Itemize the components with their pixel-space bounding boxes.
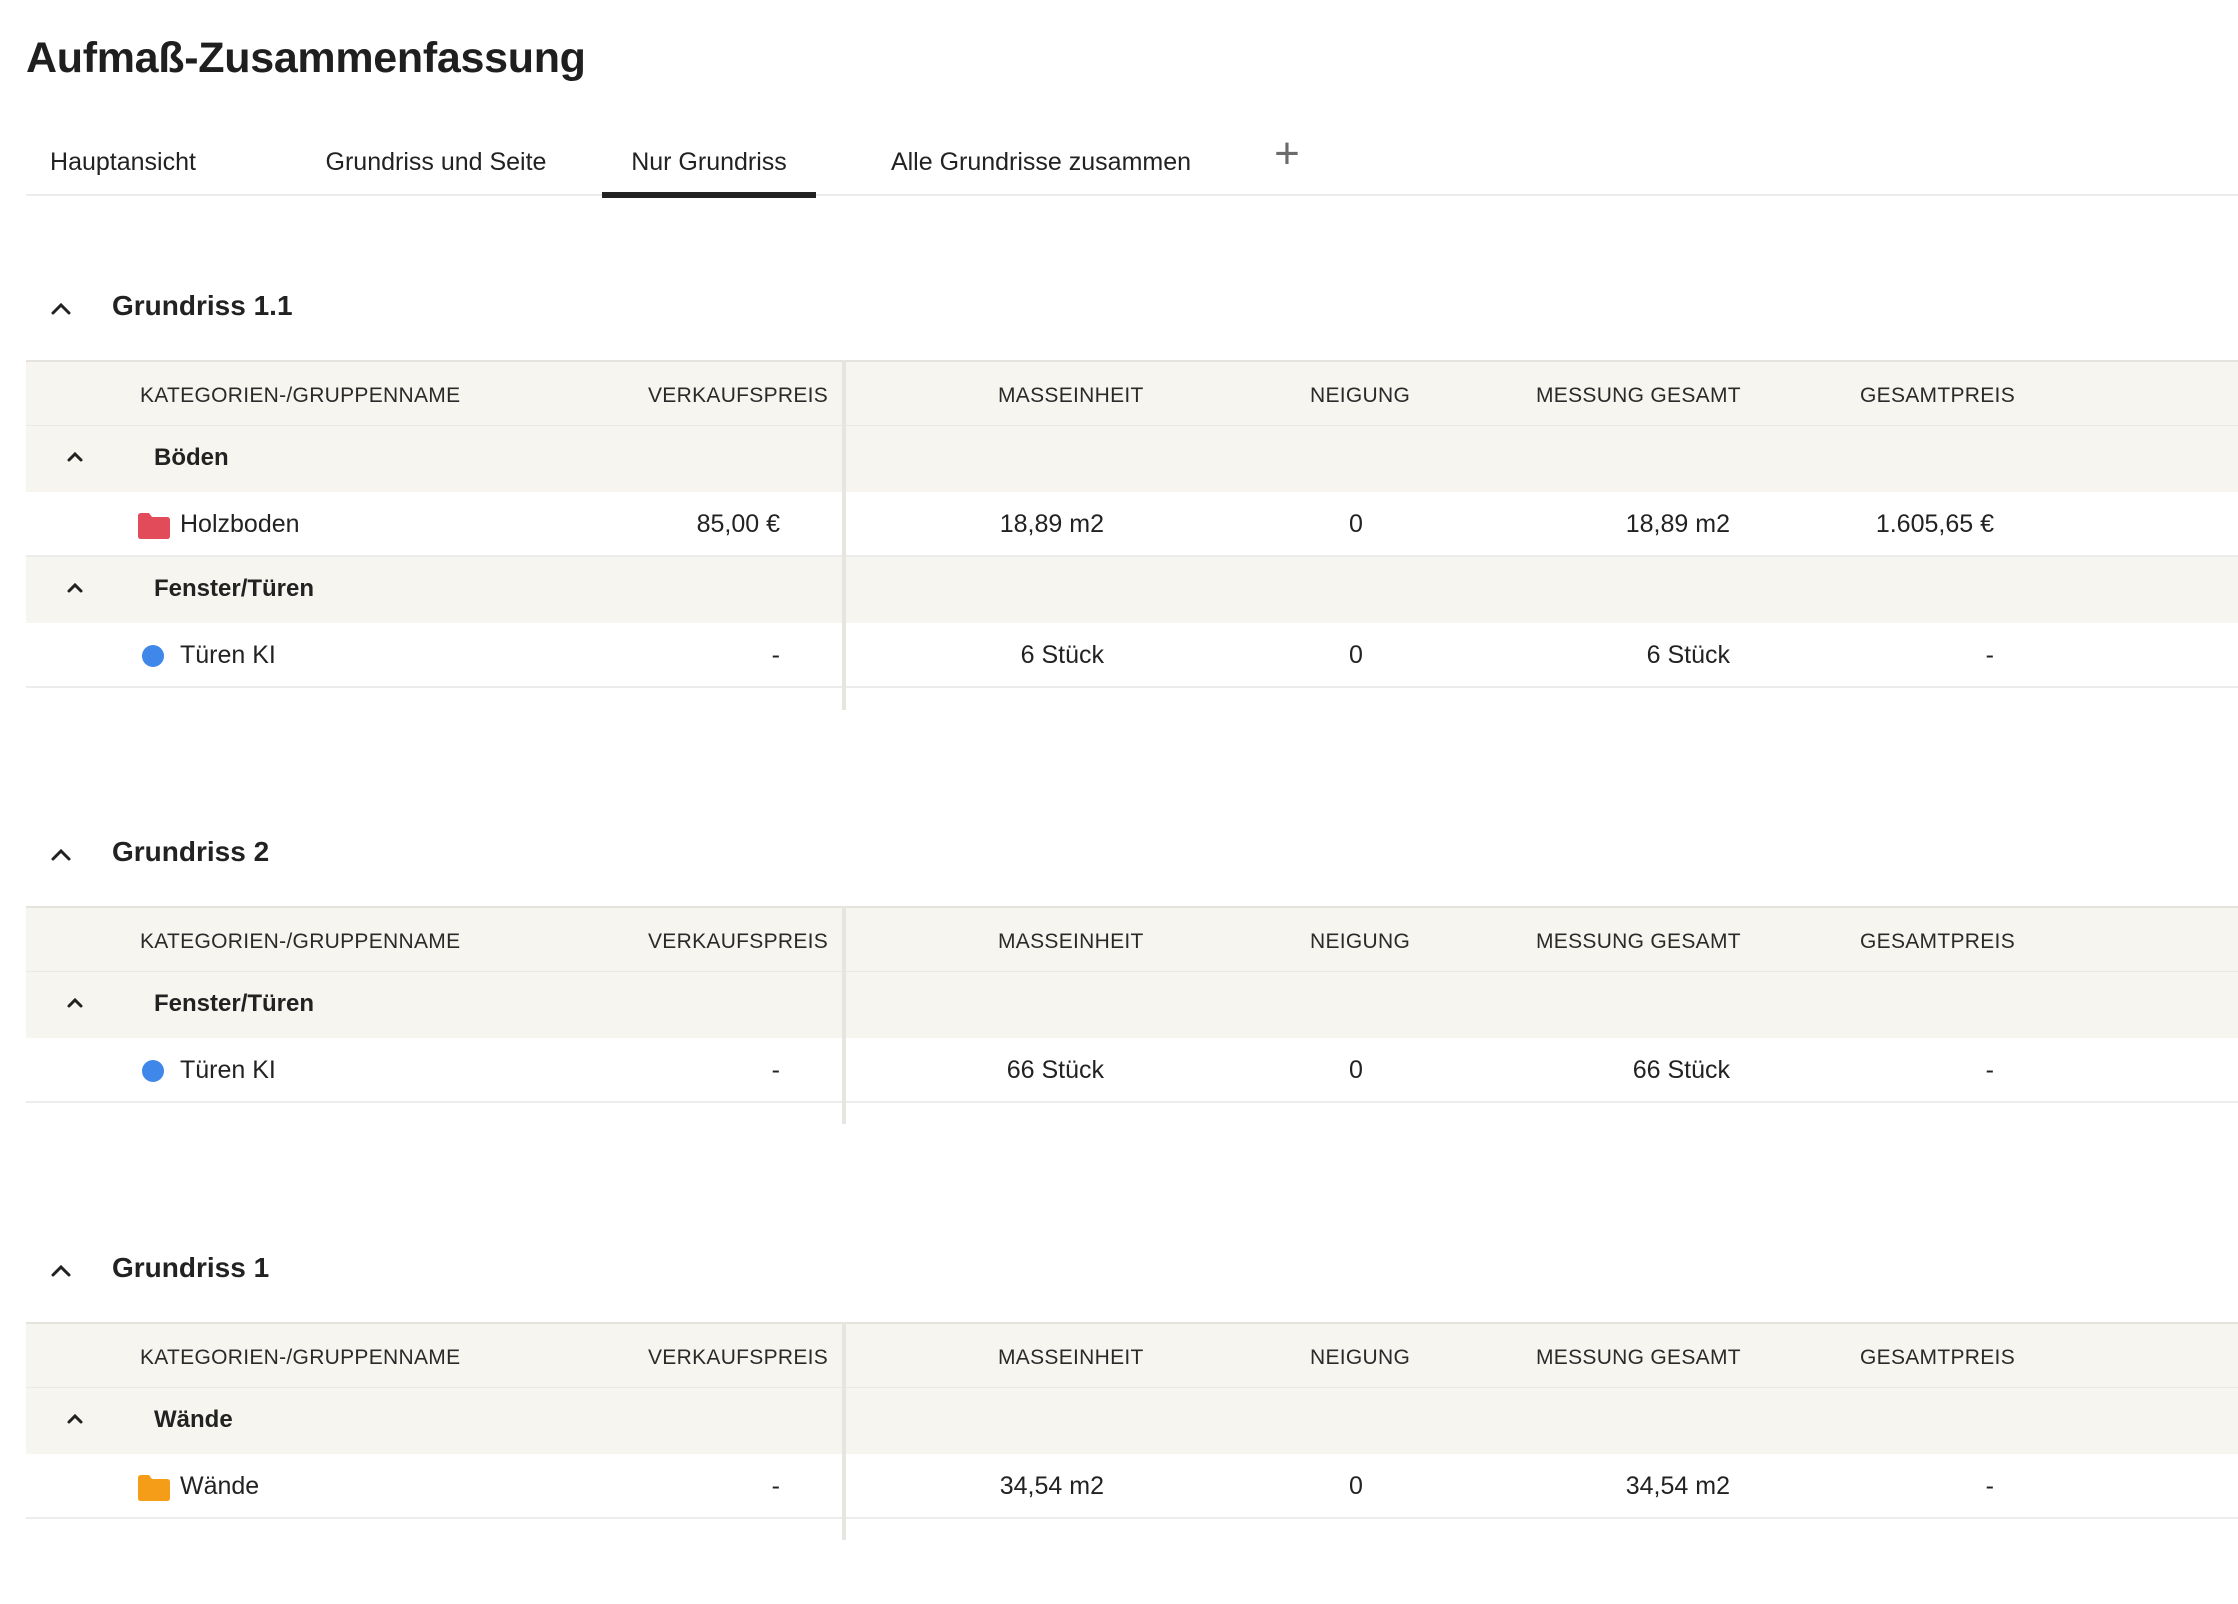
item-slope: 0 bbox=[1349, 510, 1363, 538]
plus-icon[interactable]: + bbox=[1266, 132, 1308, 176]
col-price: VERKAUFSPREIS bbox=[648, 930, 829, 953]
item-total-price: 1.605,65 € bbox=[1875, 510, 1994, 538]
item-price: - bbox=[771, 641, 780, 669]
chevron-up-icon[interactable] bbox=[66, 994, 84, 1012]
page: Aufmaß-Zusammenfassung Hauptansicht Grun… bbox=[0, 0, 2238, 1604]
section-header: Grundriss 2 bbox=[26, 806, 2238, 906]
item-unit: 18,89 m2 bbox=[999, 510, 1104, 538]
item-unit: 66 Stück bbox=[1006, 1056, 1104, 1084]
col-slope: NEIGUNG bbox=[1310, 1346, 1411, 1369]
col-unit: MASSEINHEIT bbox=[998, 1346, 1144, 1369]
page-title: Aufmaß-Zusammenfassung bbox=[26, 34, 586, 82]
table-row[interactable]: Türen KI - 66 Stück 0 66 Stück - bbox=[26, 1038, 2238, 1103]
group-name: Wände bbox=[154, 1406, 233, 1433]
group-name: Fenster/Türen bbox=[154, 990, 315, 1017]
item-total-price: - bbox=[1985, 1472, 1994, 1500]
item-name: Türen KI bbox=[180, 641, 276, 669]
group-name: Böden bbox=[154, 444, 229, 471]
table-row[interactable]: Holzboden 85,00 € 18,89 m2 0 18,89 m2 1.… bbox=[26, 492, 2238, 557]
tab-bar: Hauptansicht Grundriss und Seite Nur Gru… bbox=[26, 128, 2238, 198]
col-total-price: GESAMTPREIS bbox=[1860, 384, 2015, 407]
item-total-measure: 6 Stück bbox=[1646, 641, 1730, 669]
item-slope: 0 bbox=[1349, 641, 1363, 669]
item-total-measure: 34,54 m2 bbox=[1625, 1472, 1730, 1500]
item-unit: 34,54 m2 bbox=[999, 1472, 1104, 1500]
group-row[interactable]: Fenster/Türen bbox=[26, 557, 2238, 623]
summary-table: KATEGORIEN-/GRUPPENNAME VERKAUFSPREIS MA… bbox=[26, 360, 2238, 710]
section-title: Grundriss 2 bbox=[112, 836, 270, 867]
section-grundriss-1: Grundriss 1 KATEGORIEN-/GRUPPENNAME VERK… bbox=[26, 1222, 2238, 1540]
col-total-price: GESAMTPREIS bbox=[1860, 1346, 2015, 1369]
section-header: Grundriss 1 bbox=[26, 1222, 2238, 1322]
col-price: VERKAUFSPREIS bbox=[648, 384, 829, 407]
summary-table: KATEGORIEN-/GRUPPENNAME VERKAUFSPREIS MA… bbox=[26, 906, 2238, 1124]
section-header: Grundriss 1.1 bbox=[26, 260, 2238, 360]
group-row[interactable]: Fenster/Türen bbox=[26, 972, 2238, 1038]
table-header: KATEGORIEN-/GRUPPENNAME VERKAUFSPREIS MA… bbox=[26, 906, 2238, 972]
circle-icon bbox=[142, 645, 164, 667]
item-total-measure: 66 Stück bbox=[1632, 1056, 1730, 1084]
section-title: Grundriss 1 bbox=[112, 1252, 270, 1283]
item-total-price: - bbox=[1985, 1056, 1994, 1084]
chevron-up-icon[interactable] bbox=[50, 844, 72, 866]
tab-hauptansicht[interactable]: Hauptansicht bbox=[48, 148, 198, 196]
group-row[interactable]: Wände bbox=[26, 1388, 2238, 1454]
item-total-price: - bbox=[1985, 641, 1994, 669]
col-unit: MASSEINHEIT bbox=[998, 930, 1144, 953]
item-slope: 0 bbox=[1349, 1056, 1363, 1084]
column-divider bbox=[842, 906, 846, 1124]
col-price: VERKAUFSPREIS bbox=[648, 1346, 829, 1369]
item-unit: 6 Stück bbox=[1020, 641, 1104, 669]
col-name: KATEGORIEN-/GRUPPENNAME bbox=[140, 930, 461, 953]
col-name: KATEGORIEN-/GRUPPENNAME bbox=[140, 384, 461, 407]
item-name: Türen KI bbox=[180, 1056, 276, 1084]
tab-alle-grundrisse-zusammen[interactable]: Alle Grundrisse zusammen bbox=[876, 148, 1206, 196]
column-divider bbox=[842, 1322, 846, 1540]
column-divider bbox=[842, 360, 846, 710]
section-grundriss-2: Grundriss 2 KATEGORIEN-/GRUPPENNAME VERK… bbox=[26, 806, 2238, 1124]
item-price: - bbox=[771, 1056, 780, 1084]
col-name: KATEGORIEN-/GRUPPENNAME bbox=[140, 1346, 461, 1369]
folder-icon bbox=[138, 1475, 170, 1501]
item-price: 85,00 € bbox=[696, 510, 780, 538]
section-title: Grundriss 1.1 bbox=[112, 290, 293, 321]
col-total-price: GESAMTPREIS bbox=[1860, 930, 2015, 953]
col-slope: NEIGUNG bbox=[1310, 384, 1411, 407]
table-header: KATEGORIEN-/GRUPPENNAME VERKAUFSPREIS MA… bbox=[26, 360, 2238, 426]
item-name: Wände bbox=[180, 1472, 260, 1500]
folder-icon bbox=[138, 513, 170, 539]
col-total-measure: MESSUNG GESAMT bbox=[1536, 930, 1741, 953]
chevron-up-icon[interactable] bbox=[50, 1260, 72, 1282]
table-row[interactable]: Wände - 34,54 m2 0 34,54 m2 - bbox=[26, 1454, 2238, 1519]
chevron-up-icon[interactable] bbox=[66, 448, 84, 466]
section-grundriss-1-1: Grundriss 1.1 KATEGORIEN-/GRUPPENNAME VE… bbox=[26, 260, 2238, 710]
item-name: Holzboden bbox=[180, 510, 300, 538]
item-slope: 0 bbox=[1349, 1472, 1363, 1500]
col-total-measure: MESSUNG GESAMT bbox=[1536, 384, 1741, 407]
group-name: Fenster/Türen bbox=[154, 575, 315, 602]
table-header: KATEGORIEN-/GRUPPENNAME VERKAUFSPREIS MA… bbox=[26, 1322, 2238, 1388]
group-row[interactable]: Böden bbox=[26, 426, 2238, 492]
circle-icon bbox=[142, 1060, 164, 1082]
table-row[interactable]: Türen KI - 6 Stück 0 6 Stück - bbox=[26, 623, 2238, 688]
chevron-up-icon[interactable] bbox=[66, 579, 84, 597]
chevron-up-icon[interactable] bbox=[50, 298, 72, 320]
chevron-up-icon[interactable] bbox=[66, 1410, 84, 1428]
tab-grundriss-und-seite[interactable]: Grundriss und Seite bbox=[296, 148, 576, 196]
tab-nur-grundriss[interactable]: Nur Grundriss bbox=[602, 148, 816, 198]
col-total-measure: MESSUNG GESAMT bbox=[1536, 1346, 1741, 1369]
col-unit: MASSEINHEIT bbox=[998, 384, 1144, 407]
item-price: - bbox=[771, 1472, 780, 1500]
item-total-measure: 18,89 m2 bbox=[1625, 510, 1730, 538]
col-slope: NEIGUNG bbox=[1310, 930, 1411, 953]
summary-table: KATEGORIEN-/GRUPPENNAME VERKAUFSPREIS MA… bbox=[26, 1322, 2238, 1540]
